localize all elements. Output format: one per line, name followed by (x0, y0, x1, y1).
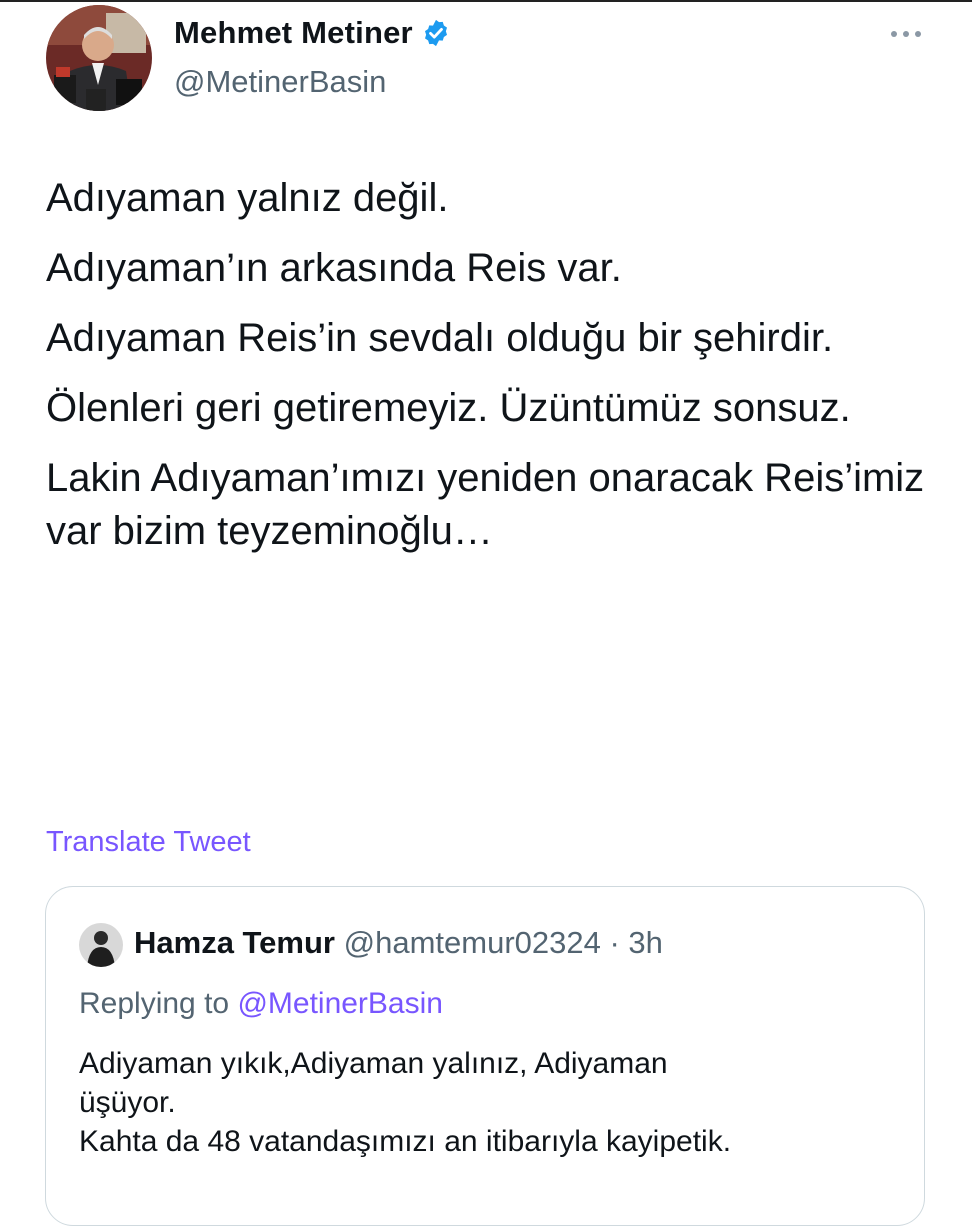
verified-badge-icon (421, 18, 451, 48)
author-handle[interactable]: @MetinerBasin (174, 64, 386, 100)
author-name-row: Mehmet Metiner (174, 15, 451, 51)
author-avatar[interactable] (46, 5, 152, 111)
quoted-author-avatar[interactable] (79, 923, 123, 967)
meta-separator: · (600, 925, 629, 960)
more-horizontal-icon[interactable] (886, 22, 926, 46)
quoted-text: Adiyaman yıkık,Adiyaman yalınız, Adiyama… (79, 1044, 879, 1161)
tweet-paragraph: Lakin Adıyaman’ımızı yeniden onaracak Re… (46, 456, 925, 553)
author-display-name[interactable]: Mehmet Metiner (174, 15, 413, 51)
quoted-text-line: üşüyor. (79, 1086, 176, 1119)
tweet-header: Mehmet Metiner @MetinerBasin (0, 0, 972, 120)
tweet-paragraph: Ölenleri geri getiremeyiz. Üzüntümüz son… (46, 386, 851, 430)
replying-to-line: Replying to @MetinerBasin (79, 987, 443, 1021)
translate-tweet-link[interactable]: Translate Tweet (46, 826, 251, 859)
quoted-handle[interactable]: @hamtemur02324 (344, 925, 601, 960)
quoted-time[interactable]: 3h (628, 925, 662, 960)
quoted-text-line: Adiyaman yıkık,Adiyaman yalınız, Adiyama… (79, 1047, 668, 1080)
quoted-text-line: Kahta da 48 vatandaşımızı an itibarıyla … (79, 1125, 732, 1158)
tweet-paragraph: Adıyaman Reis’in sevdalı olduğu bir şehi… (46, 316, 834, 360)
quoted-display-name[interactable]: Hamza Temur (134, 925, 335, 960)
quoted-header: Hamza Temur @hamtemur02324 · 3h (134, 925, 663, 961)
replying-to-mention[interactable]: @MetinerBasin (237, 987, 443, 1020)
quoted-tweet[interactable]: Hamza Temur @hamtemur02324 · 3h Replying… (45, 886, 925, 1226)
tweet-paragraph: Adıyaman yalnız değil. (46, 176, 449, 220)
tweet-paragraph: Adıyaman’ın arkasında Reis var. (46, 246, 622, 290)
replying-prefix: Replying to (79, 987, 238, 1020)
tweet-text: Adıyaman yalnız değil. Adıyaman’ın arkas… (46, 172, 936, 575)
